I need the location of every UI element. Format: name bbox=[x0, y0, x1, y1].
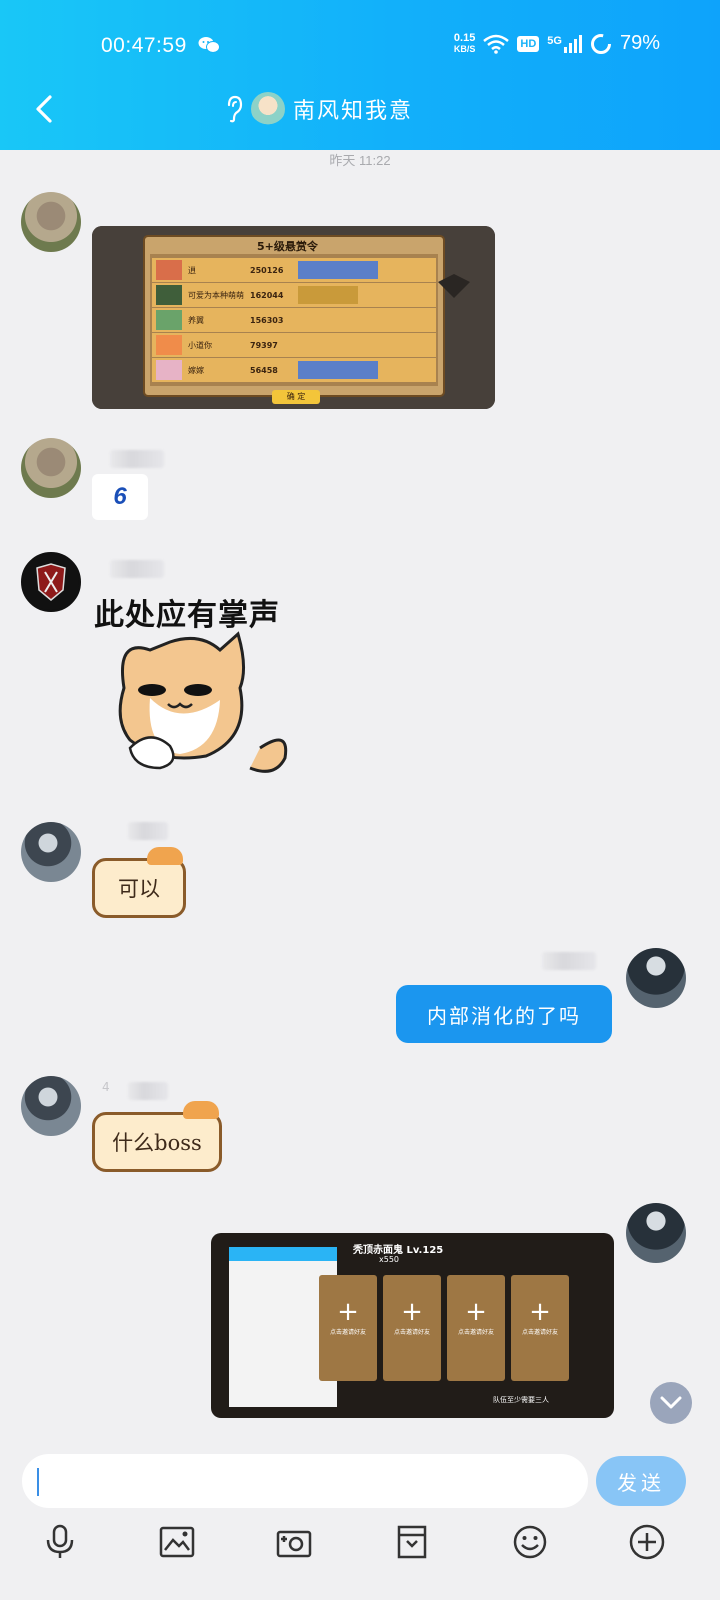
leaderboard-confirm: 确 定 bbox=[272, 390, 320, 404]
signal-indicator: 5G bbox=[547, 34, 582, 53]
invite-slot: + 点击邀请好友 bbox=[511, 1275, 569, 1381]
self-message-bubble[interactable]: 内部消化的了吗 bbox=[396, 985, 612, 1043]
image-message[interactable]: 秃顶赤面鬼 Lv.125 x550 + 点击邀请好友 + 点击邀请好友 + 点击邀请好… bbox=[211, 1233, 614, 1418]
battery-icon bbox=[590, 33, 611, 54]
cat-speech-bubble[interactable]: 什么boss bbox=[92, 1101, 222, 1172]
status-time: 00:47:59 bbox=[101, 34, 187, 57]
leaderboard-row: 可爱为本种萌萌 162044 bbox=[152, 283, 436, 307]
microphone-icon[interactable] bbox=[36, 1518, 84, 1566]
leaderboard-row: 小道你 79397 bbox=[152, 333, 436, 357]
signal-bars-icon bbox=[563, 34, 582, 53]
clapping-cat-sticker[interactable] bbox=[110, 628, 300, 793]
wechat-icon bbox=[198, 37, 220, 53]
boss-name: 秃顶赤面鬼 Lv.125 bbox=[353, 1245, 444, 1256]
image-message[interactable]: 5+级悬赏令 逍 250126 可爱为本种萌萌 162044 养翼 156303 bbox=[92, 226, 495, 409]
avatar[interactable] bbox=[21, 552, 81, 612]
invite-slot: + 点击邀请好友 bbox=[319, 1275, 377, 1381]
hd-badge: HD bbox=[517, 35, 540, 52]
text-caret bbox=[37, 1468, 39, 1496]
avatar[interactable] bbox=[21, 822, 81, 882]
sender-name bbox=[542, 952, 596, 970]
leaderboard-row: 嫁嫁 56458 bbox=[152, 358, 436, 382]
message-timestamp: 昨天 11:22 bbox=[329, 153, 391, 168]
net-speed: 0.15 KB/S bbox=[453, 31, 476, 54]
invite-slot: + 点击邀请好友 bbox=[383, 1275, 441, 1381]
chat-title[interactable]: 南风知我意 bbox=[225, 92, 413, 126]
self-avatar[interactable] bbox=[626, 1203, 686, 1263]
team-footer: 队伍至少需要三人 bbox=[493, 1396, 549, 1404]
image-icon[interactable] bbox=[153, 1518, 201, 1566]
chat-area[interactable]: 昨天 11:22 5+级悬赏令 逍 250126 可爱为本种萌萌 162044 bbox=[0, 150, 720, 1472]
app-header: 00:47:59 0.15 KB/S HD 5G 79% 南风知我意 bbox=[0, 0, 720, 150]
sender-name bbox=[128, 822, 168, 840]
plus-icon[interactable] bbox=[623, 1518, 671, 1566]
invite-slot: + 点击邀请好友 bbox=[447, 1275, 505, 1381]
status-indicators: 0.15 KB/S HD 5G 79% bbox=[454, 32, 660, 55]
scroll-to-bottom-button[interactable] bbox=[650, 1382, 692, 1424]
self-avatar[interactable] bbox=[626, 948, 686, 1008]
leaderboard-title: 5+级悬赏令 bbox=[257, 240, 318, 253]
boss-reward: x550 bbox=[379, 1255, 400, 1264]
emoji-icon[interactable] bbox=[506, 1518, 554, 1566]
back-arrow-icon[interactable] bbox=[30, 93, 60, 125]
chevron-down-icon bbox=[660, 1396, 682, 1409]
ear-icon bbox=[227, 95, 243, 123]
camera-icon[interactable] bbox=[270, 1518, 318, 1566]
input-area: 发送 bbox=[0, 1442, 720, 1600]
sender-name bbox=[128, 1082, 168, 1100]
message-text: 可以 bbox=[118, 877, 160, 901]
sender-name bbox=[110, 450, 164, 468]
wifi-icon bbox=[483, 34, 510, 54]
avatar[interactable] bbox=[21, 438, 81, 498]
battery-level: 79% bbox=[619, 32, 660, 54]
cat-speech-bubble[interactable]: 可以 bbox=[92, 847, 186, 918]
send-button[interactable]: 发送 bbox=[596, 1456, 686, 1506]
message-text: 什么boss bbox=[112, 1131, 202, 1155]
title-avatar bbox=[251, 92, 285, 126]
leaderboard-row: 养翼 156303 bbox=[152, 308, 436, 332]
message-input[interactable] bbox=[22, 1454, 588, 1508]
sender-name-prefix: 4 bbox=[102, 1080, 110, 1094]
leaderboard-rows: 逍 250126 可爱为本种萌萌 162044 养翼 156303 小道你 79… bbox=[152, 258, 436, 382]
leaderboard-row: 逍 250126 bbox=[152, 258, 436, 282]
avatar[interactable] bbox=[21, 192, 81, 252]
text-message[interactable]: 6 bbox=[92, 474, 148, 520]
avatar[interactable] bbox=[21, 1076, 81, 1136]
wings-emblem-icon bbox=[36, 563, 66, 601]
file-icon[interactable] bbox=[388, 1518, 436, 1566]
sender-name bbox=[110, 560, 164, 578]
input-toolbar bbox=[0, 1518, 720, 1588]
page-title: 南风知我意 bbox=[293, 99, 414, 124]
